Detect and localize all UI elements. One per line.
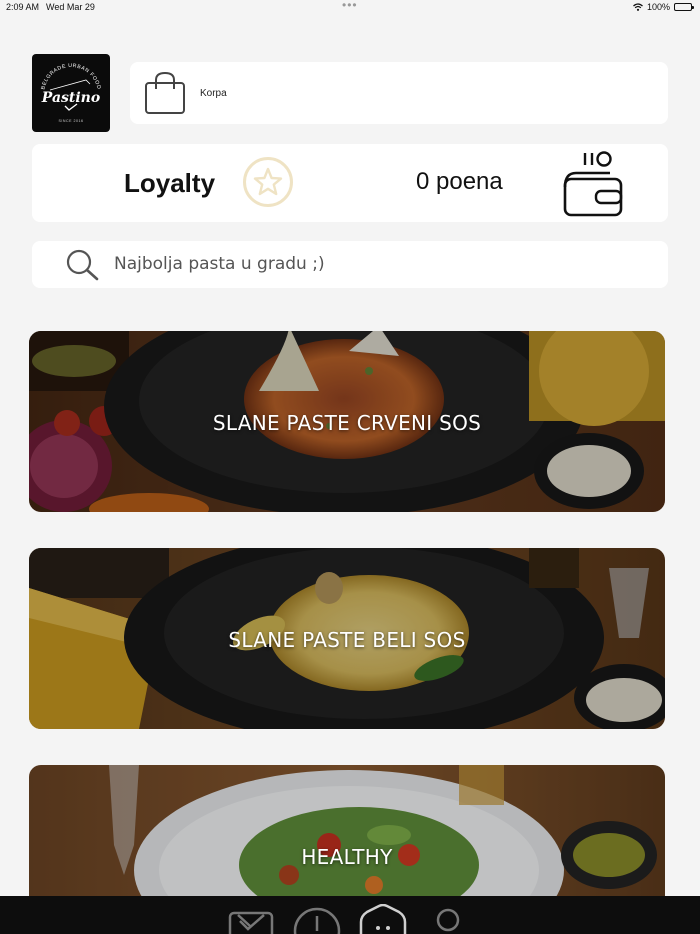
home-icon (359, 903, 407, 934)
category-title: SLANE PASTE BELI SOS (228, 628, 466, 652)
logo-since: SINCE 2016 (59, 119, 84, 123)
category-title: HEALTHY (301, 845, 393, 869)
menu-check-icon (228, 911, 274, 934)
star-icon (243, 157, 293, 207)
logo-brand: Pastino (41, 90, 100, 106)
category-card-red-sauce[interactable]: SLANE PASTE CRVENI SOS (29, 331, 665, 512)
loyalty-title: Loyalty (124, 168, 216, 198)
cart-label: Korpa (200, 88, 227, 99)
cart-button[interactable]: Korpa (130, 62, 668, 124)
tab-profile[interactable] (424, 904, 472, 934)
bottom-tab-bar (0, 896, 700, 934)
loyalty-points: 0 poena (416, 168, 503, 195)
profile-icon (436, 908, 460, 932)
status-right: 100% (633, 2, 694, 12)
search-input[interactable] (114, 251, 634, 277)
status-bar: 2:09 AM Wed Mar 29 ••• 100% (0, 0, 700, 14)
tab-menu[interactable] (228, 904, 276, 934)
wallet-coins-icon (563, 151, 623, 217)
category-card-white-sauce[interactable]: SLANE PASTE BELI SOS (29, 548, 665, 729)
shopping-bag-icon (145, 71, 185, 114)
battery-icon (674, 3, 694, 11)
status-time: 2:09 AM (6, 2, 40, 12)
logo-tagline: BELGRADE URBAN FOOD (40, 63, 101, 90)
loyalty-card[interactable]: Loyalty 0 poena (32, 144, 668, 222)
search-icon (66, 249, 99, 281)
tab-home[interactable] (359, 903, 407, 934)
tab-history[interactable] (293, 904, 341, 934)
battery-percent: 100% (646, 2, 670, 12)
brand-logo[interactable]: BELGRADE URBAN FOOD Pastino SINCE 2016 (32, 54, 110, 132)
category-title: SLANE PASTE CRVENI SOS (212, 411, 482, 435)
status-date: Wed Mar 29 (46, 2, 95, 12)
search-bar[interactable] (32, 241, 668, 288)
multitasking-dots[interactable]: ••• (342, 0, 358, 12)
wifi-icon (633, 3, 643, 11)
clock-icon (293, 907, 341, 934)
